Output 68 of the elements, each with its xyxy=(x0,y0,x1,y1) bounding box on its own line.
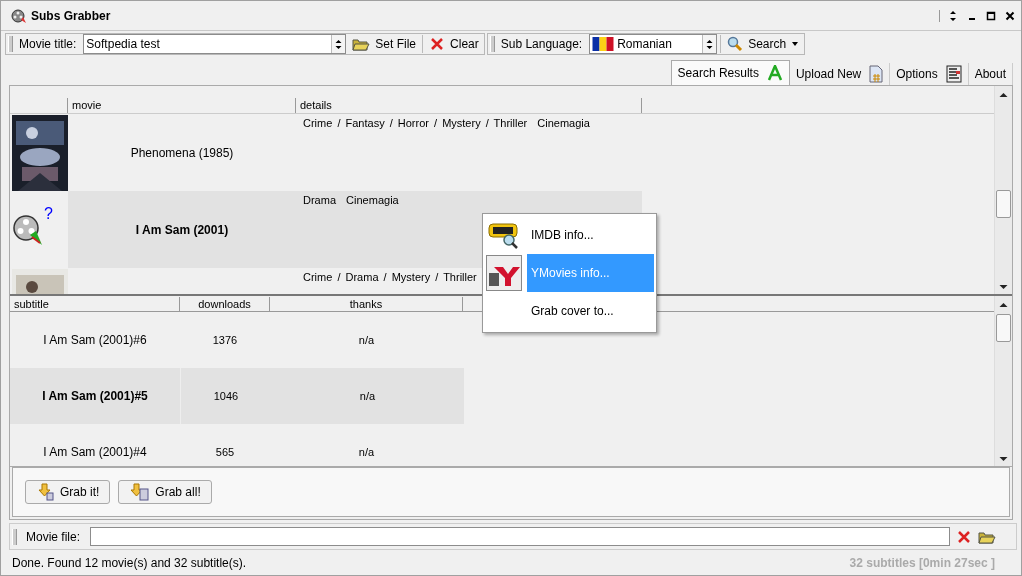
maximize-icon[interactable] xyxy=(986,9,996,22)
subtitle-name-cell-text: I Am Sam (2001)#4 xyxy=(42,445,148,459)
scroll-up-icon[interactable] xyxy=(999,302,1008,308)
menu-item[interactable]: Grab cover to... xyxy=(527,292,654,330)
download-arrow-icon xyxy=(38,483,54,501)
spin-arrows-icon[interactable] xyxy=(331,35,346,53)
letter-a-icon xyxy=(766,65,783,81)
status-summary: 32 subtitles [0min 27sec ] xyxy=(849,555,995,570)
search-icon xyxy=(727,36,744,52)
document-icon xyxy=(869,65,884,83)
close-icon[interactable] xyxy=(1005,9,1015,22)
column-header[interactable]: thanks xyxy=(270,297,463,311)
subtitle-name-cell: I Am Sam (2001)#5 xyxy=(10,368,181,424)
movie-file-field[interactable] xyxy=(90,527,950,546)
scrollbar[interactable] xyxy=(994,86,1012,294)
folder-icon xyxy=(352,36,371,52)
movie-details: Crime / Drama / Mystery / Thriller xyxy=(303,271,477,283)
tab[interactable]: Search Results xyxy=(670,60,790,85)
cross-icon xyxy=(429,36,446,52)
menu-item[interactable]: IMDB info... xyxy=(527,216,654,254)
movie-title-field[interactable]: Softpedia test xyxy=(83,34,347,54)
sub-language-dropdown[interactable]: Romanian xyxy=(589,34,718,54)
film-reel-icon xyxy=(11,7,27,24)
column-header[interactable]: movie xyxy=(68,98,296,113)
sub-language-label: Sub Language: xyxy=(500,37,584,51)
column-header[interactable]: downloads xyxy=(180,297,270,311)
movie-details: Crime / Fantasy / Horror / Mystery / Thriller Cinemagia xyxy=(303,117,590,129)
thanks-cell-text: n/a xyxy=(357,334,376,346)
flag-icon xyxy=(592,37,615,51)
movie-title-cell: I Am Sam (2001) xyxy=(68,191,296,268)
toolbar-grip[interactable] xyxy=(8,36,13,52)
downloads-cell-text: 565 xyxy=(214,446,236,458)
movie-title-cell-text: Phenomena (1985) xyxy=(129,144,235,162)
downloads-cell: 1046 xyxy=(181,368,271,424)
spin-arrows-icon[interactable] xyxy=(702,35,717,53)
cross-icon[interactable] xyxy=(956,528,972,545)
thanks-cell: n/a xyxy=(271,368,464,424)
movie-file-label: Movie file: xyxy=(26,529,82,544)
magnifier-badge-icon xyxy=(488,221,520,249)
download-arrow-icon xyxy=(131,483,150,501)
restore-arrows-icon[interactable] xyxy=(948,9,958,22)
toolbar-grip[interactable] xyxy=(489,36,495,52)
subtitle-name-cell-text: I Am Sam (2001)#6 xyxy=(42,333,148,347)
film-reel-icon xyxy=(12,212,44,247)
thanks-cell-text: n/a xyxy=(357,446,376,458)
scrollbar[interactable] xyxy=(994,296,1012,466)
column-header[interactable]: details xyxy=(296,98,642,113)
search-button[interactable]: Search xyxy=(724,34,803,54)
scroll-down-icon[interactable] xyxy=(999,284,1008,290)
list-icon xyxy=(945,65,962,83)
window-title: Subs Grabber xyxy=(31,8,111,23)
scroll-thumb[interactable] xyxy=(996,190,1011,218)
status-message: Done. Found 12 movie(s) and 32 subtitle(s). xyxy=(12,555,247,570)
movie-details: Drama Cinemagia xyxy=(303,194,399,206)
grab-it-button[interactable]: Grab it! xyxy=(25,480,111,504)
caret-icon xyxy=(791,41,800,47)
column-header[interactable]: subtitle xyxy=(10,297,180,311)
scroll-thumb[interactable] xyxy=(996,314,1011,342)
scroll-down-icon[interactable] xyxy=(999,456,1008,462)
film-y-icon xyxy=(486,255,522,291)
set-file-button[interactable]: Set File xyxy=(349,34,420,54)
clear-button[interactable]: Clear xyxy=(426,34,482,54)
movie-title-label: Movie title: xyxy=(19,37,78,51)
toolbar-grip[interactable] xyxy=(12,528,17,545)
scroll-up-icon[interactable] xyxy=(999,92,1008,98)
question-mark: ? xyxy=(44,205,53,223)
downloads-cell-text: 1376 xyxy=(211,334,239,346)
grab-all-button[interactable]: Grab all! xyxy=(118,480,212,504)
